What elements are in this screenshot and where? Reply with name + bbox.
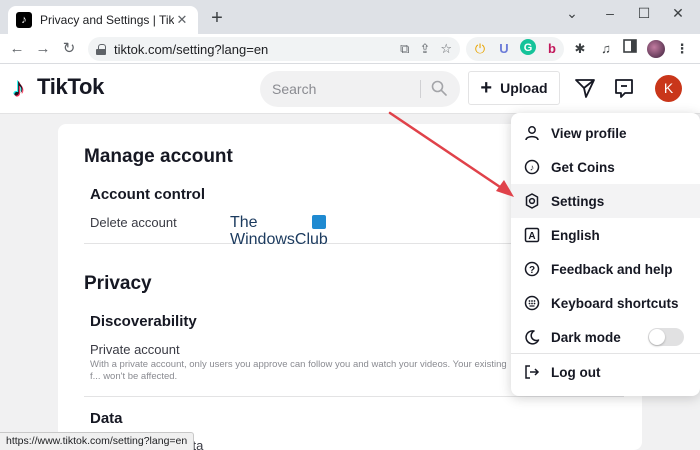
tiktok-wordmark: TikTok xyxy=(37,74,105,99)
plus-icon: + xyxy=(480,77,493,99)
section-divider xyxy=(84,396,624,397)
tiktok-note-icon: ♪ ♪ ♪ xyxy=(11,71,26,103)
close-window-button[interactable]: ✕ xyxy=(664,4,692,24)
moon-icon xyxy=(523,328,541,346)
media-control-icon[interactable]: ♫ xyxy=(596,39,616,59)
new-tab-button[interactable]: + xyxy=(206,8,228,30)
tab-search-icon[interactable]: ⌄ xyxy=(558,4,586,24)
keyboard-icon xyxy=(523,294,541,312)
browser-profile-avatar[interactable] xyxy=(647,40,665,58)
discoverability-heading: Discoverability xyxy=(90,313,197,330)
tiktok-logo[interactable]: ♪ ♪ ♪ TikTok xyxy=(11,71,105,103)
open-in-app-icon[interactable]: ⧉ xyxy=(400,41,409,57)
svg-text:G: G xyxy=(524,42,533,54)
language-icon: A xyxy=(523,226,541,244)
svg-text:A: A xyxy=(528,231,535,242)
delete-account-link[interactable]: Delete account xyxy=(90,215,177,230)
menu-item-dark-mode: Dark mode xyxy=(511,320,700,354)
upload-button[interactable]: + Upload xyxy=(468,71,560,105)
menu-item-log-out[interactable]: Log out xyxy=(511,354,700,390)
manage-account-title: Manage account xyxy=(84,146,233,167)
watermark-line2: WindowsClub xyxy=(230,231,328,248)
search-icon[interactable] xyxy=(431,80,447,96)
back-arrow-icon[interactable]: ← xyxy=(6,38,28,60)
grammarly-icon[interactable]: G xyxy=(518,39,538,59)
message-icon[interactable] xyxy=(613,77,635,99)
menu-item-get-coins[interactable]: ♪ Get Coins xyxy=(511,150,700,184)
private-account-description: With a private account, only users you a… xyxy=(90,359,507,382)
search-input[interactable] xyxy=(272,81,412,97)
browser-tab[interactable]: ♪ Privacy and Settings | TikTok ✕ xyxy=(8,6,198,34)
data-heading: Data xyxy=(90,410,123,427)
dark-mode-toggle[interactable] xyxy=(648,328,684,346)
u-extension-icon[interactable]: U xyxy=(494,39,514,59)
thewindowsclub-watermark: The WindowsClub xyxy=(230,214,340,250)
side-panel-icon[interactable] xyxy=(620,39,640,59)
user-avatar[interactable]: K xyxy=(655,75,682,102)
maximize-button[interactable]: ☐ xyxy=(630,4,658,24)
tiktok-header: ♪ ♪ ♪ TikTok + Upload K xyxy=(0,64,700,114)
browser-tab-strip: ♪ Privacy and Settings | TikTok ✕ + ⌄ – … xyxy=(0,0,700,34)
extensions-puzzle-icon[interactable]: ✱ xyxy=(570,39,590,59)
search-box xyxy=(260,71,460,107)
menu-item-view-profile[interactable]: View profile xyxy=(511,116,700,150)
menu-item-settings[interactable]: Settings xyxy=(511,184,700,218)
menu-label: Log out xyxy=(551,364,601,380)
browser-toolbar: ← → ↻ tiktok.com/setting?lang=en ⧉ ⇪ ☆ ⏻… xyxy=(0,34,700,64)
menu-item-english[interactable]: A English xyxy=(511,218,700,252)
coin-icon: ♪ xyxy=(523,158,541,176)
minimize-button[interactable]: – xyxy=(596,4,624,24)
search-divider xyxy=(420,80,421,98)
gear-icon xyxy=(523,192,541,210)
bookmark-star-icon[interactable]: ☆ xyxy=(440,41,452,57)
menu-label: View profile xyxy=(551,125,627,141)
lock-icon[interactable] xyxy=(96,43,106,55)
menu-label: Feedback and help xyxy=(551,261,673,277)
link-status-bar: https://www.tiktok.com/setting?lang=en xyxy=(0,432,195,450)
menu-label: Keyboard shortcuts xyxy=(551,295,679,311)
person-icon xyxy=(523,124,541,142)
send-inbox-icon[interactable] xyxy=(574,77,596,99)
menu-item-feedback[interactable]: ? Feedback and help xyxy=(511,252,700,286)
address-bar[interactable]: tiktok.com/setting?lang=en ⧉ ⇪ ☆ xyxy=(88,37,460,61)
menu-label: Get Coins xyxy=(551,159,615,175)
upload-label: Upload xyxy=(500,80,548,96)
menu-label: Dark mode xyxy=(551,329,621,345)
tiktok-favicon-icon: ♪ xyxy=(16,12,32,28)
share-icon[interactable]: ⇪ xyxy=(419,41,430,57)
svg-text:♪: ♪ xyxy=(530,163,535,173)
forward-arrow-icon[interactable]: → xyxy=(32,38,54,60)
url-text[interactable]: tiktok.com/setting?lang=en xyxy=(114,42,390,57)
tab-title: Privacy and Settings | TikTok xyxy=(40,13,174,27)
power-extension-icon[interactable]: ⏻ xyxy=(470,39,490,59)
profile-dropdown-menu: View profile ♪ Get Coins Settings A Engl… xyxy=(511,113,700,396)
logout-icon xyxy=(523,363,541,381)
account-control-heading: Account control xyxy=(90,186,205,203)
b-extension-icon[interactable]: b xyxy=(542,39,562,59)
menu-label: Settings xyxy=(551,193,605,209)
menu-item-keyboard-shortcuts[interactable]: Keyboard shortcuts xyxy=(511,286,700,320)
watermark-line1: The xyxy=(230,214,258,231)
private-account-label: Private account xyxy=(90,342,180,357)
help-icon: ? xyxy=(523,260,541,278)
privacy-title: Privacy xyxy=(84,273,152,294)
svg-text:?: ? xyxy=(529,265,535,276)
reload-icon[interactable]: ↻ xyxy=(58,38,80,60)
watermark-logo-icon xyxy=(312,215,326,229)
tab-close-icon[interactable]: ✕ xyxy=(174,12,190,28)
browser-menu-icon[interactable]: ⋮ xyxy=(672,39,692,59)
toggle-knob xyxy=(649,329,665,345)
menu-label: English xyxy=(551,227,600,243)
